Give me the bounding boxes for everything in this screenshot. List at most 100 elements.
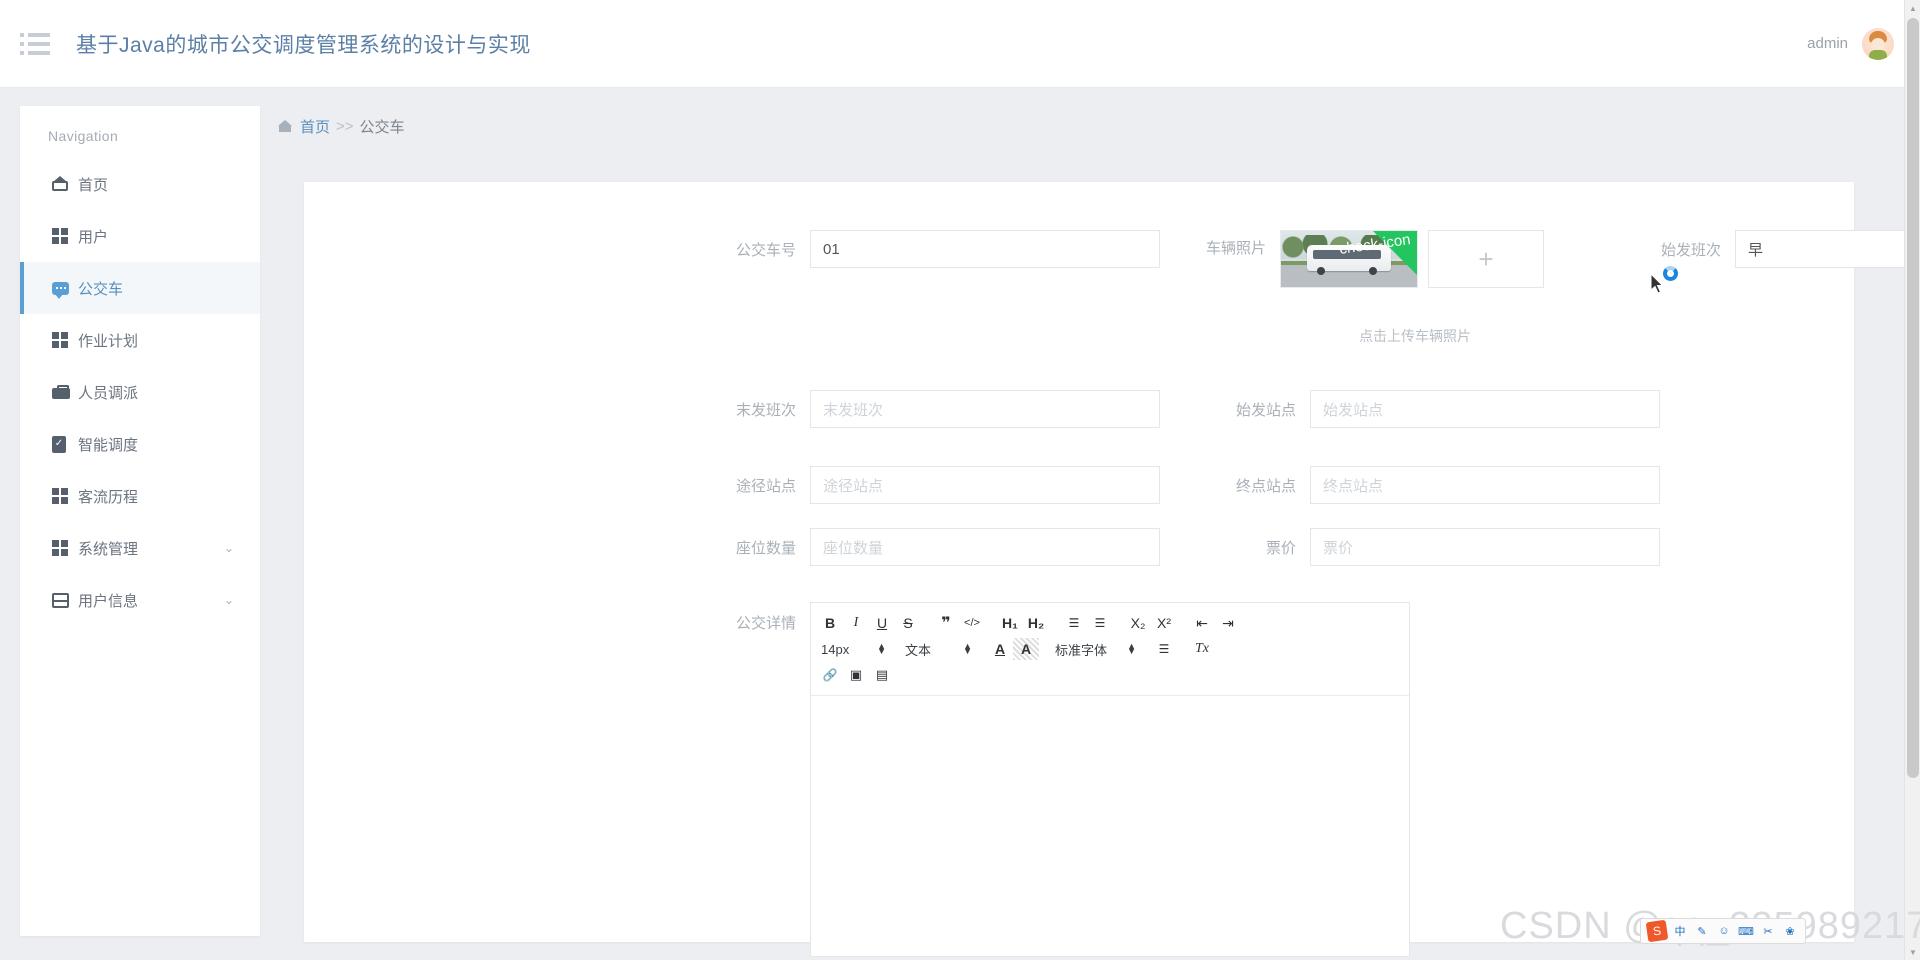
sidebar-item-user-info[interactable]: 用户信息 ⌄ — [20, 574, 260, 626]
link-icon[interactable]: 🔗 — [817, 664, 843, 686]
content-area: 首页 >> 公交车 公交车号 01 车辆照片 check-icon + 点击上传… — [276, 106, 1920, 957]
breadcrumb-home-link[interactable]: 首页 — [300, 116, 330, 137]
image-icon[interactable]: ▣ — [843, 664, 869, 686]
last-shift-input[interactable]: 末发班次 — [810, 390, 1160, 428]
breadcrumb-separator: >> — [336, 117, 354, 135]
page-title: 基于Java的城市公交调度管理系统的设计与实现 — [76, 33, 531, 57]
blockquote-icon[interactable]: ❞ — [933, 612, 959, 634]
page-scrollbar[interactable]: ▲ ▼ — [1904, 0, 1920, 960]
sidebar-heading: Navigation — [48, 128, 119, 144]
price-label: 票价 — [1265, 539, 1296, 557]
first-shift-input[interactable]: 早 × — [1735, 230, 1920, 268]
end-stop-input[interactable]: 终点站点 — [1310, 466, 1660, 504]
field-end-stop: 终点站点 终点站点 — [1224, 466, 1660, 504]
loading-spinner-icon — [1663, 266, 1678, 281]
ime-logo-icon[interactable]: S — [1645, 919, 1669, 943]
via-stop-input[interactable]: 途径站点 — [810, 466, 1160, 504]
heading1-icon[interactable]: H₁ — [997, 612, 1023, 634]
user-name: admin — [1807, 35, 1848, 52]
bullet-list-icon[interactable]: ☰ — [1087, 612, 1113, 634]
field-start-stop: 始发站点 始发站点 — [1224, 390, 1660, 428]
bus-no-label: 公交车号 — [735, 241, 796, 259]
sidebar-item-label: 智能调度 — [78, 436, 139, 454]
bus-detail-label: 公交详情 — [735, 615, 796, 632]
start-stop-placeholder: 始发站点 — [1323, 401, 1384, 419]
highlight-color-icon[interactable]: A — [1013, 638, 1039, 660]
sidebar-item-home[interactable]: 首页 — [20, 158, 260, 210]
scroll-up-icon[interactable]: ▲ — [1905, 0, 1920, 16]
editor-content-area[interactable] — [811, 696, 1409, 956]
sidebar-item-work-plan[interactable]: 作业计划 — [20, 314, 260, 366]
code-icon[interactable]: </> — [959, 612, 985, 634]
ordered-list-icon[interactable]: ☰ — [1061, 612, 1087, 634]
sidebar-item-users[interactable]: 用户 — [20, 210, 260, 262]
first-shift-value: 早 — [1748, 241, 1764, 259]
field-vehicle-photo: 车辆照片 check-icon + — [1194, 230, 1544, 288]
underline-icon[interactable]: U — [869, 612, 895, 634]
font-family-value: 标准字体 — [1055, 642, 1108, 658]
indent-icon[interactable]: ⇥ — [1215, 612, 1241, 634]
avatar[interactable] — [1862, 27, 1894, 60]
sidebar-item-passenger-flow[interactable]: 客流历程 — [20, 470, 260, 522]
scrollbar-thumb[interactable] — [1907, 18, 1919, 778]
grid-icon — [52, 332, 78, 348]
last-shift-label: 末发班次 — [735, 401, 796, 419]
outdent-icon[interactable]: ⇤ — [1189, 612, 1215, 634]
italic-icon[interactable]: I — [843, 612, 869, 634]
scroll-down-icon[interactable]: ▼ — [1905, 944, 1920, 960]
bus-photo-thumbnail[interactable]: check-icon — [1280, 230, 1418, 288]
bold-icon[interactable]: B — [817, 612, 843, 634]
seats-input[interactable]: 座位数量 — [810, 528, 1160, 566]
grid-icon — [52, 540, 78, 556]
font-size-select[interactable]: 14px ▲ ▼ — [817, 638, 889, 660]
ime-settings-icon[interactable]: ❀ — [1781, 922, 1799, 940]
ime-tools-icon[interactable]: ✂ — [1759, 922, 1777, 940]
home-icon — [52, 176, 78, 191]
font-size-value: 14px — [821, 641, 850, 657]
bus-no-input[interactable]: 01 — [810, 230, 1160, 268]
ime-language-icon[interactable]: 中 — [1671, 922, 1689, 940]
font-color-icon[interactable]: A — [987, 638, 1013, 660]
chevron-updown-icon: ▲ ▼ — [963, 641, 972, 656]
via-stop-placeholder: 途径站点 — [823, 477, 884, 495]
sidebar-item-label: 客流历程 — [78, 488, 139, 506]
strikethrough-icon[interactable]: S — [895, 612, 921, 634]
rich-text-editor: B I U S ❞ </> H₁ H₂ ☰ ☰ X₂ X² ⇤ ⇥ 14px ▲… — [810, 602, 1410, 957]
user-area[interactable]: admin — [1807, 27, 1894, 60]
sidebar-item-label: 用户信息 — [78, 592, 139, 610]
subscript-icon[interactable]: X₂ — [1125, 612, 1151, 634]
price-input[interactable]: 票价 — [1310, 528, 1660, 566]
align-icon[interactable]: ☰ — [1151, 638, 1177, 660]
seats-placeholder: 座位数量 — [823, 539, 884, 557]
sidebar-item-system-management[interactable]: 系统管理 ⌄ — [20, 522, 260, 574]
text-style-select[interactable]: 文本 ▲ ▼ — [901, 638, 975, 660]
window-icon — [52, 592, 78, 608]
end-stop-placeholder: 终点站点 — [1323, 477, 1384, 495]
sidebar-item-bus[interactable]: 公交车 — [20, 262, 260, 314]
mouse-cursor — [1651, 266, 1685, 298]
add-photo-button[interactable]: + — [1428, 230, 1544, 288]
sidebar-item-label: 公交车 — [78, 280, 124, 298]
via-stop-label: 途径站点 — [735, 477, 796, 495]
ime-keyboard-icon[interactable]: ⌨ — [1737, 922, 1755, 940]
chevron-down-icon[interactable]: ⌄ — [224, 593, 234, 607]
grid-icon — [52, 488, 78, 504]
top-bar: 基于Java的城市公交调度管理系统的设计与实现 admin — [0, 0, 1920, 88]
ime-toolbar[interactable]: S 中 ✎ ☺ ⌨ ✂ ❀ — [1640, 918, 1806, 944]
ime-pen-icon[interactable]: ✎ — [1693, 922, 1711, 940]
sidebar-item-smart-schedule[interactable]: ✓ 智能调度 — [20, 418, 260, 470]
heading2-icon[interactable]: H₂ — [1023, 612, 1049, 634]
price-placeholder: 票价 — [1323, 539, 1354, 557]
sidebar-item-staff-dispatch[interactable]: 人员调派 — [20, 366, 260, 418]
chevron-down-icon[interactable]: ⌄ — [224, 541, 234, 555]
font-family-select[interactable]: 标准字体 ▲ ▼ — [1051, 638, 1139, 660]
first-shift-label: 始发班次 — [1660, 241, 1721, 259]
grid-icon — [52, 228, 78, 244]
hamburger-icon[interactable] — [20, 27, 54, 61]
video-icon[interactable]: ▤ — [869, 664, 895, 686]
editor-toolbar-row-1: B I U S ❞ </> H₁ H₂ ☰ ☰ X₂ X² ⇤ ⇥ — [817, 611, 1403, 635]
ime-emoji-icon[interactable]: ☺ — [1715, 922, 1733, 940]
clear-format-icon[interactable]: Tx — [1189, 638, 1215, 660]
start-stop-input[interactable]: 始发站点 — [1310, 390, 1660, 428]
superscript-icon[interactable]: X² — [1151, 612, 1177, 634]
